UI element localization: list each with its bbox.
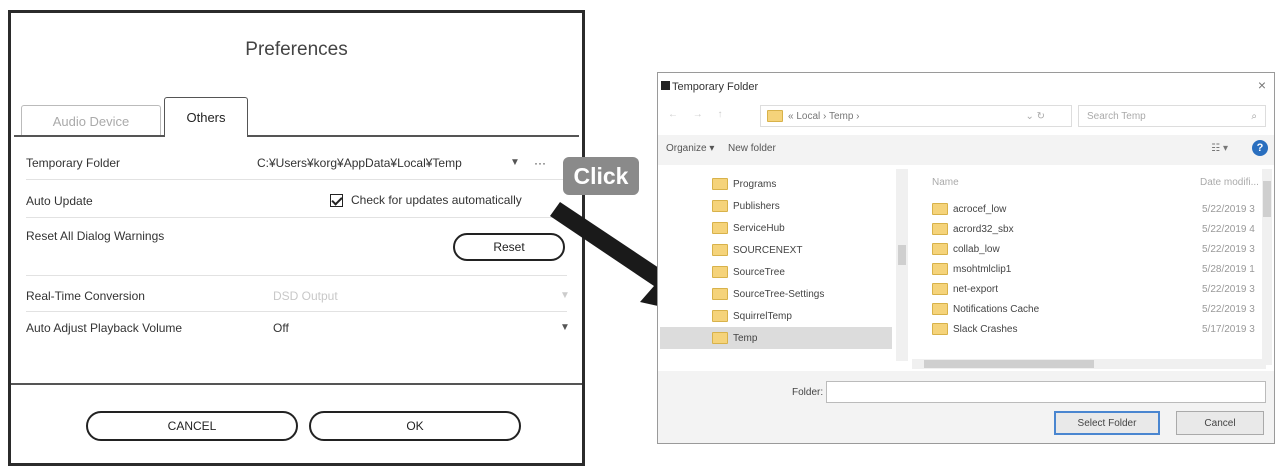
list-item[interactable]: acrord32_sbx [932, 219, 1014, 239]
list-item-date: 5/22/2019 3 [1202, 203, 1255, 215]
folder-field-label: Folder: [792, 387, 824, 398]
realtime-conversion-label: Real-Time Conversion [26, 289, 145, 303]
select-folder-button[interactable]: Select Folder [1054, 411, 1160, 435]
temporary-folder-value[interactable]: C:¥Users¥korg¥AppData¥Local¥Temp [257, 156, 462, 170]
folder-icon [712, 288, 728, 300]
column-header-date[interactable]: Date modifi... [1200, 177, 1259, 188]
realtime-conversion-value: DSD Output [273, 289, 338, 303]
tree-item[interactable]: SquirrelTemp [712, 305, 792, 327]
navigation-tree: Programs Publishers ServiceHub SOURCENEX… [660, 169, 896, 365]
address-bar[interactable]: « Local › Temp › ⌄ ↻ [760, 105, 1072, 127]
folder-icon [712, 266, 728, 278]
auto-adjust-label: Auto Adjust Playback Volume [26, 321, 183, 335]
list-item[interactable]: net-export [932, 279, 998, 299]
preferences-dialog: Preferences Audio Device Others Temporar… [8, 10, 585, 466]
list-item[interactable]: msohtmlclip1 [932, 259, 1011, 279]
folder-icon [932, 203, 948, 215]
file-list: Name Date modifi... acrocef_low 5/22/201… [912, 169, 1272, 365]
folder-icon [712, 222, 728, 234]
auto-update-checkbox-label: Check for updates automatically [351, 193, 522, 207]
realtime-dropdown-icon: ▼ [560, 290, 570, 301]
folder-cancel-button[interactable]: Cancel [1176, 411, 1264, 435]
tab-others[interactable]: Others [164, 97, 248, 137]
command-toolbar: Organize ▾ New folder ☷ ▾ ? [658, 135, 1274, 165]
list-item[interactable]: Notifications Cache [932, 299, 1039, 319]
temporary-folder-dialog: Temporary Folder × ← → ↑ « Local › Temp … [657, 72, 1275, 444]
list-item-date: 5/22/2019 3 [1202, 303, 1255, 315]
checkbox-checked-icon[interactable] [330, 194, 343, 208]
ok-button[interactable]: OK [309, 411, 521, 441]
reset-warnings-label: Reset All Dialog Warnings [26, 229, 165, 243]
folder-icon [932, 263, 948, 275]
folder-icon [932, 243, 948, 255]
browse-more-button[interactable]: ··· [534, 156, 546, 170]
auto-adjust-dropdown-icon[interactable]: ▼ [560, 322, 570, 333]
preferences-title: Preferences [245, 39, 348, 60]
tab-divider [14, 135, 579, 137]
reset-button[interactable]: Reset [453, 233, 565, 261]
organize-menu[interactable]: Organize ▾ [666, 143, 714, 154]
cancel-button[interactable]: CANCEL [86, 411, 298, 441]
folder-icon [932, 323, 948, 335]
folder-icon [932, 283, 948, 295]
search-icon: ⌕ [1251, 110, 1257, 122]
list-item[interactable]: Slack Crashes [932, 319, 1017, 339]
tree-item[interactable]: Programs [712, 173, 776, 195]
folder-field[interactable] [826, 381, 1266, 403]
app-icon [661, 81, 670, 90]
folder-icon [712, 310, 728, 322]
tree-item-temp-selected[interactable]: Temp [660, 327, 892, 349]
tree-item[interactable]: ServiceHub [712, 217, 785, 239]
new-folder-button[interactable]: New folder [728, 143, 776, 154]
folder-icon [767, 110, 783, 122]
view-options-icon[interactable]: ☷ ▾ [1211, 143, 1228, 154]
auto-update-checkbox[interactable]: Check for updates automatically [330, 193, 522, 208]
file-list-scrollbar[interactable] [1262, 169, 1272, 365]
address-path: « Local › Temp › [788, 110, 860, 122]
nav-arrows-icon[interactable]: ← → ↑ [668, 109, 729, 120]
address-controls[interactable]: ⌄ ↻ [1025, 111, 1045, 122]
tree-item[interactable]: Publishers [712, 195, 780, 217]
list-item[interactable]: acrocef_low [932, 199, 1006, 219]
search-input[interactable]: Search Temp ⌕ [1078, 105, 1266, 127]
help-icon[interactable]: ? [1252, 140, 1268, 156]
list-item-date: 5/22/2019 4 [1202, 223, 1255, 235]
folder-icon [712, 200, 728, 212]
folder-icon [712, 178, 728, 190]
tree-item[interactable]: SOURCENEXT [712, 239, 802, 261]
tree-item[interactable]: SourceTree-Settings [712, 283, 824, 305]
list-item-date: 5/28/2019 1 [1202, 263, 1255, 275]
tree-scrollbar[interactable] [896, 169, 908, 361]
auto-adjust-value[interactable]: Off [273, 321, 289, 335]
search-placeholder: Search Temp [1087, 110, 1146, 122]
list-item-date: 5/17/2019 3 [1202, 323, 1255, 335]
tab-audio-device[interactable]: Audio Device [21, 105, 161, 137]
horizontal-scrollbar[interactable] [912, 359, 1266, 369]
close-icon[interactable]: × [1258, 77, 1266, 93]
list-item-date: 5/22/2019 3 [1202, 283, 1255, 295]
folder-icon [932, 223, 948, 235]
folder-icon [712, 332, 728, 344]
column-header-name[interactable]: Name [932, 177, 959, 188]
auto-update-label: Auto Update [26, 194, 93, 208]
folder-icon [932, 303, 948, 315]
folder-icon [712, 244, 728, 256]
click-badge: Click [563, 157, 639, 195]
list-item-date: 5/22/2019 3 [1202, 243, 1255, 255]
footer-divider [11, 383, 582, 385]
temporary-folder-label: Temporary Folder [26, 156, 121, 170]
temporary-folder-dropdown-icon[interactable]: ▼ [510, 157, 520, 168]
folder-dialog-title: Temporary Folder [672, 81, 759, 93]
navigation-bar: ← → ↑ « Local › Temp › ⌄ ↻ Search Temp ⌕ [668, 105, 1268, 127]
list-item[interactable]: collab_low [932, 239, 1000, 259]
tree-item[interactable]: SourceTree [712, 261, 785, 283]
